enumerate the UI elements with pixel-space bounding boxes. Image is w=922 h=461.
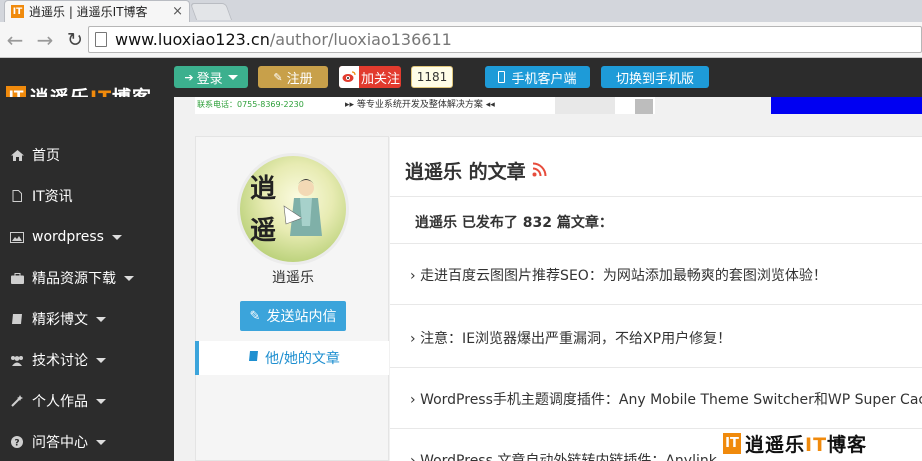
sidebar-item-works[interactable]: 个人作品 [0,381,174,421]
weibo-follower-count: 1181 [411,66,453,88]
weibo-follow-button[interactable]: 加关注 [339,66,401,88]
author-profile-card: 逍 遥 逍遥乐 ✎ 发送站内信 他/她的文章 [195,136,389,461]
sidebar-item-home[interactable]: 首页 [0,135,174,175]
logo-mark: IT [723,433,741,454]
book-icon [248,350,259,366]
briefcase-icon [9,272,25,284]
sidebar-item-resources[interactable]: 精品资源下载 [0,258,174,298]
banner-thumb [635,99,653,114]
chevron-down-icon [96,439,106,445]
url-host: www.luoxiao123.cn [115,30,270,49]
chevron-down-icon [96,316,106,322]
author-name: 逍遥乐 [272,270,314,286]
switch-mobile-button[interactable]: 切换到手机版 [601,66,709,88]
svg-text:?: ? [14,439,19,449]
watermark-logo: IT 逍遥乐IT博客 [723,430,867,457]
sidebar-item-articles[interactable]: 精彩博文 [0,299,174,339]
login-icon: ➔ [184,70,194,84]
address-bar[interactable]: www.luoxiao123.cn/author/luoxiao136611 [88,26,922,53]
register-button[interactable]: ✎ 注册 [258,66,328,88]
side-ad[interactable] [771,97,922,114]
mobile-app-button[interactable]: 手机客户端 [485,66,590,88]
banner-phone: 联系电话：0755-8369-2230 [197,100,304,109]
close-tab-icon[interactable]: × [172,4,183,19]
forward-arrow-icon[interactable]: → [30,25,60,55]
home-icon [9,149,25,161]
sidebar-item-qa[interactable]: ? 问答中心 [0,422,174,461]
browser-tab-strip: IT 逍遥乐 | 逍遥乐IT博客 × [0,0,922,22]
edit-icon: ✎ [249,308,261,324]
article-link[interactable]: › 注意：IE浏览器爆出严重漏洞，不给XP用户修复！ [410,328,731,348]
divider [390,196,922,197]
file-icon [9,190,25,202]
new-tab-button[interactable] [189,3,233,20]
back-arrow-icon[interactable]: ← [0,25,30,55]
banner-ad[interactable]: 联系电话：0755-8369-2230 ▸▸ 等专业系统开发及整体解决方案 ◂◂ [195,97,655,114]
avatar-char: 逍 [250,174,277,204]
site-top-bar: IT 逍遥乐IT博客 ➔ 登录 ✎ 注册 加关注 1181 手机客户端 切换到手… [0,58,922,109]
logo-text: 逍遥乐IT博客 [745,434,868,456]
magic-wand-icon [9,395,25,407]
url-path: /author/luoxiao136611 [269,30,452,49]
his-articles-tab[interactable]: 他/她的文章 [195,341,389,375]
avatar-char: 遥 [250,216,277,246]
chevron-down-icon [227,74,238,80]
weibo-icon [339,66,359,88]
page-icon [95,32,107,47]
reload-icon[interactable]: ↻ [60,25,90,55]
divider [390,243,922,244]
article-link[interactable]: › 走进百度云图图片推荐SEO：为网站添加最畅爽的套图浏览体验！ [410,265,827,285]
divider [390,367,922,368]
author-avatar: 逍 遥 [237,153,349,265]
article-link[interactable]: › WordPress手机主题调度插件：Any Mobile Theme Swi… [410,389,922,409]
question-circle-icon: ? [9,436,25,448]
chevron-down-icon [124,275,134,281]
chevron-down-icon [96,357,106,363]
banner-image [555,97,615,114]
rss-icon[interactable] [532,160,547,182]
banner-text: ▸▸ 等专业系统开发及整体解决方案 ◂◂ [345,100,495,110]
tab-title: 逍遥乐 | 逍遥乐IT博客 [29,5,148,19]
browser-toolbar: ← → ↻ www.luoxiao123.cn/author/luoxiao13… [0,22,922,58]
picture-icon [9,231,25,243]
edit-icon: ✎ [273,70,283,84]
sidebar-nav: 首页 IT资讯 wordpress 精品资源下载 精彩博文 技术讨论 个人作品 … [0,97,174,461]
login-button[interactable]: ➔ 登录 [174,66,248,88]
site-favicon-icon: IT [11,5,24,18]
article-link[interactable]: › WordPress 文章自动外链转内链插件：Anylink [410,450,717,461]
divider [390,428,922,429]
chevron-down-icon [96,398,106,404]
sidebar-item-discussion[interactable]: 技术讨论 [0,340,174,380]
browser-tab[interactable]: IT 逍遥乐 | 逍遥乐IT博客 × [4,0,190,22]
avatar-figure [283,179,322,236]
group-icon [9,355,25,366]
chevron-down-icon [111,234,122,240]
sidebar-item-wordpress[interactable]: wordpress [0,217,174,257]
article-count: 逍遥乐 已发布了 832 篇文章： [415,215,613,231]
page-title: 逍遥乐 的文章 [405,157,547,184]
mobile-phone-icon [498,71,506,83]
articles-panel: 逍遥乐 的文章 逍遥乐 已发布了 832 篇文章： › 走进百度云图图片推荐SE… [390,136,922,461]
book-icon [9,313,25,325]
send-message-button[interactable]: ✎ 发送站内信 [240,301,346,331]
divider [390,304,922,305]
sidebar-item-it-news[interactable]: IT资讯 [0,176,174,216]
